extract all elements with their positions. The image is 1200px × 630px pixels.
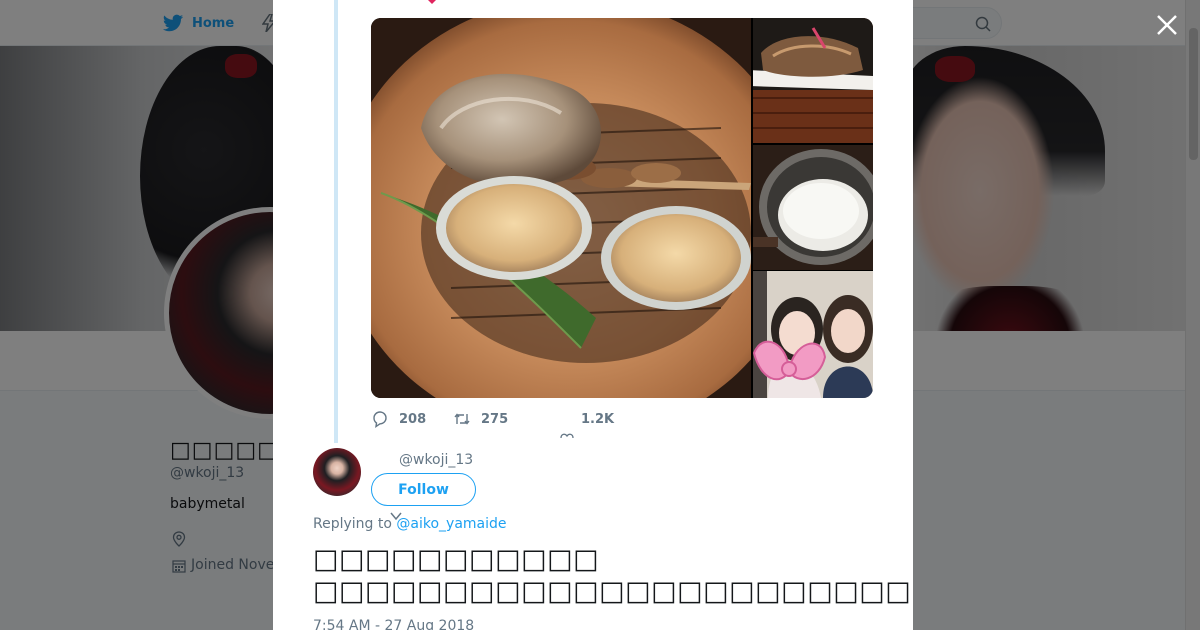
heart-icon: [428, 0, 436, 4]
reply-tweet-text: □□□□□□□□□□□ □□□□□□□□□□□□□□□□□□□□□□□□□□□□…: [313, 544, 913, 608]
reply-user-handle[interactable]: @wkoji_13: [399, 452, 473, 468]
follow-button[interactable]: Follow: [371, 473, 476, 506]
replying-prefix: Replying to: [313, 516, 392, 532]
thread-connector: [334, 0, 338, 443]
retweet-action[interactable]: 275: [453, 410, 561, 428]
reply-timestamp[interactable]: 7:54 AM - 27 Aug 2018: [313, 618, 474, 630]
tweet-media-grid: [371, 18, 873, 398]
main-food-photo[interactable]: [371, 18, 806, 398]
like-action[interactable]: 1.2K: [561, 412, 614, 427]
reply-action[interactable]: 208: [371, 410, 453, 428]
replying-to-link[interactable]: @aiko_yamaide: [396, 516, 506, 532]
grilled-fish-photo[interactable]: [753, 18, 873, 143]
close-icon[interactable]: [1154, 12, 1180, 38]
tweet-modal: 208 275 1.2K @wkoji_13 Follow Replying t…: [273, 0, 913, 630]
like-heart-icon[interactable]: [560, 433, 574, 441]
retweet-icon: [454, 413, 470, 425]
reply-icon: [373, 411, 387, 428]
reply-text-line-1: □□□□□□□□□□□: [313, 544, 600, 575]
reply-avatar[interactable]: [313, 448, 361, 496]
selfie-photo[interactable]: [753, 271, 873, 398]
tweet-actions: 208 275 1.2K: [371, 408, 614, 430]
reply-count: 208: [399, 411, 427, 427]
like-count: 1.2K: [581, 411, 615, 427]
rice-pot-photo[interactable]: [753, 145, 873, 270]
replying-to: Replying to @aiko_yamaide: [313, 516, 507, 532]
retweet-count: 275: [481, 411, 509, 427]
reply-text-line-2: □□□□□□□□□□□□□□□□□□□□□□□□□□□□□□□□□□□□□□□□…: [313, 576, 913, 607]
